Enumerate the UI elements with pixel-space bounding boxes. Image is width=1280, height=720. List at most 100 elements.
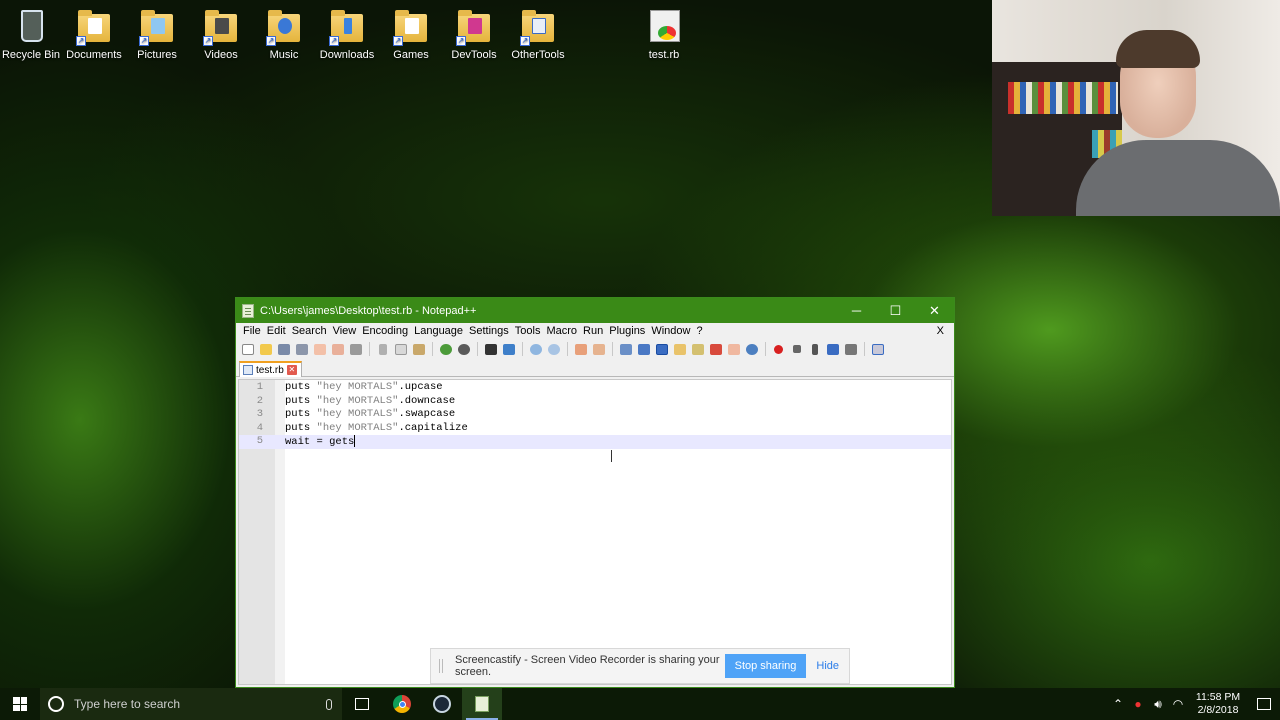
save-icon[interactable] [276,342,292,357]
cortana-icon [48,696,64,712]
paste-icon[interactable] [411,342,427,357]
menu-run[interactable]: Run [580,325,606,337]
start-button[interactable] [0,688,40,720]
spell-check-icon[interactable] [870,342,886,357]
replace-icon[interactable] [501,342,517,357]
new-file-icon[interactable] [240,342,256,357]
desktop-icon-test-rb[interactable]: test.rb [633,4,695,61]
find-icon[interactable] [483,342,499,357]
desktop-icon-recycle-bin[interactable]: Recycle Bin [0,4,62,61]
clock[interactable]: 11:58 PM 2/8/2018 [1188,691,1248,717]
close-document-button[interactable]: X [937,325,950,337]
doc-map-icon[interactable] [672,342,688,357]
stop-sharing-button[interactable]: Stop sharing [724,654,807,678]
hide-button[interactable]: Hide [816,660,839,672]
tab-test-rb[interactable]: test.rb ✕ [239,361,302,377]
save-macro-icon[interactable] [843,342,859,357]
desktop-icon-othertools[interactable]: ↗ OtherTools [507,4,569,61]
menu-help[interactable]: ? [693,325,705,337]
downloads-folder-icon: ↗ [329,6,365,46]
folder-workspace-icon[interactable] [708,342,724,357]
function-list-icon[interactable] [690,342,706,357]
menu-file[interactable]: File [240,325,264,337]
search-box[interactable]: Type here to search [40,688,342,720]
desktop-icon-label: OtherTools [511,49,565,61]
notepad-plus-plus-window[interactable]: C:\Users\james\Desktop\test.rb - Notepad… [235,297,955,688]
desktop-icon-games[interactable]: ↗ Games [380,4,442,61]
desktop-icon-videos[interactable]: ↗ Videos [190,4,252,61]
chrome-taskbar-button[interactable] [382,688,422,720]
word-wrap-icon[interactable] [618,342,634,357]
code-text: puts [285,408,317,420]
zoom-out-icon[interactable] [546,342,562,357]
steam-taskbar-button[interactable] [422,688,462,720]
open-file-icon[interactable] [258,342,274,357]
show-hidden-icons-icon[interactable]: ⌃ [1108,697,1128,711]
ibeam-cursor-icon [611,450,618,462]
menu-plugins[interactable]: Plugins [606,325,648,337]
desktop-icon-music[interactable]: ↗ Music [253,4,315,61]
sync-vertical-icon[interactable] [573,342,589,357]
redo-icon[interactable] [456,342,472,357]
close-all-icon[interactable] [330,342,346,357]
window-title: C:\Users\james\Desktop\test.rb - Notepad… [260,304,477,317]
close-button[interactable]: ✕ [915,298,954,323]
code-line: 2 puts "hey MORTALS".downcase [239,395,951,409]
undo-icon[interactable] [438,342,454,357]
code-line: 1 puts "hey MORTALS".upcase [239,381,951,395]
sync-horizontal-icon[interactable] [591,342,607,357]
pictures-folder-icon: ↗ [139,6,175,46]
network-icon[interactable]: ◠ [1168,697,1188,711]
menu-search[interactable]: Search [289,325,330,337]
indent-guide-icon[interactable] [654,342,670,357]
antivirus-icon[interactable]: ● [1128,697,1148,711]
code-editor[interactable]: 1 puts "hey MORTALS".upcase 2 puts "hey … [238,379,952,685]
print-icon[interactable] [348,342,364,357]
menu-window[interactable]: Window [648,325,693,337]
line-number: 5 [256,435,263,447]
title-bar[interactable]: C:\Users\james\Desktop\test.rb - Notepad… [236,298,954,323]
tab-strip: test.rb ✕ [236,359,954,377]
action-center-button[interactable] [1248,698,1280,710]
menu-view[interactable]: View [330,325,360,337]
desktop-icon-documents[interactable]: ↗ Documents [63,4,125,61]
minimize-button[interactable]: ─ [837,298,876,323]
desktop-icon-downloads[interactable]: ↗ Downloads [316,4,378,61]
code-text: .downcase [398,394,456,407]
run-macro-multiple-icon[interactable] [825,342,841,357]
desktop-icon-pictures[interactable]: ↗ Pictures [126,4,188,61]
notepad-taskbar-button[interactable] [462,688,502,720]
toolbar [236,339,954,359]
desktop-icon-devtools[interactable]: ↗ DevTools [443,4,505,61]
taskbar: Type here to search ⌃ ● 🔊︎ ◠ 11:58 PM 2/… [0,688,1280,720]
menu-macro[interactable]: Macro [543,325,580,337]
menu-language[interactable]: Language [411,325,466,337]
microphone-icon[interactable] [326,698,332,710]
code-text: puts [285,421,317,434]
task-view-button[interactable] [342,688,382,720]
maximize-button[interactable]: ☐ [876,298,915,323]
devtools-folder-icon: ↗ [456,6,492,46]
zoom-in-icon[interactable] [528,342,544,357]
menu-settings[interactable]: Settings [466,325,512,337]
copy-icon[interactable] [393,342,409,357]
monitoring-icon[interactable] [744,342,760,357]
save-all-icon[interactable] [294,342,310,357]
drag-handle-icon[interactable] [439,659,443,673]
menu-encoding[interactable]: Encoding [359,325,411,337]
desktop-icon-label: test.rb [648,49,680,61]
close-file-icon[interactable] [312,342,328,357]
menu-tools[interactable]: Tools [512,325,544,337]
menu-edit[interactable]: Edit [264,325,289,337]
tab-close-icon[interactable]: ✕ [286,365,297,375]
folder-icon[interactable] [726,342,742,357]
stop-macro-icon[interactable] [789,342,805,357]
record-macro-icon[interactable] [771,342,787,357]
cut-icon[interactable] [375,342,391,357]
code-text: puts [285,394,317,407]
volume-icon[interactable]: 🔊︎ [1148,697,1168,712]
show-all-chars-icon[interactable] [636,342,652,357]
code-string: "hey MORTALS" [316,421,399,434]
recycle-bin-icon [21,10,43,42]
play-macro-icon[interactable] [807,342,823,357]
